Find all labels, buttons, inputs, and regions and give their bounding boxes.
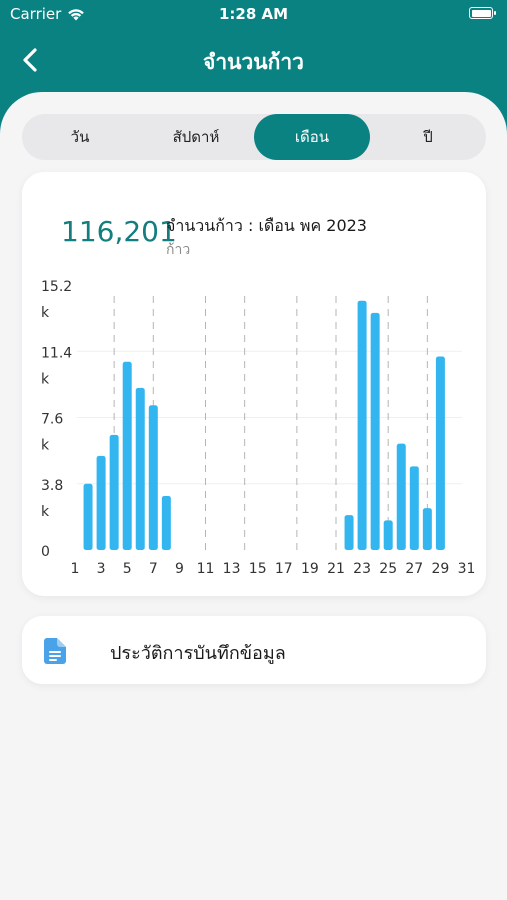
status-bar: Carrier 1:28 AM (0, 0, 507, 28)
x-tick-label: 11 (197, 561, 215, 577)
tab-year[interactable]: ปี (370, 114, 486, 160)
x-tick-label: 3 (97, 561, 106, 577)
bar-day-27 (409, 466, 419, 550)
bar-day-4 (109, 434, 119, 550)
tab-week[interactable]: สัปดาห์ (138, 114, 254, 160)
x-tick-label: 25 (379, 561, 397, 577)
bar-day-26 (396, 443, 406, 550)
x-tick-label: 13 (223, 561, 241, 577)
bar-day-8 (161, 495, 171, 550)
steps-chart-card: 116,201 จำนวนก้าว : เดือน พค 2023 ก้าว 1… (22, 172, 486, 596)
bar-day-3 (96, 455, 106, 550)
y-tick-label: 15.2 (41, 279, 72, 295)
bar-day-29 (435, 356, 445, 550)
bar-day-6 (135, 387, 145, 550)
x-tick-label: 9 (175, 561, 184, 577)
tab-day[interactable]: วัน (22, 114, 138, 160)
x-tick-label: 7 (149, 561, 158, 577)
x-tick-label: 29 (431, 561, 449, 577)
x-tick-label: 19 (301, 561, 319, 577)
x-tick-label: 5 (123, 561, 132, 577)
x-tick-label: 31 (458, 561, 476, 577)
history-label: ประวัติการบันทึกข้อมูล (110, 643, 286, 664)
y-tick-label: 3.8 (41, 478, 63, 494)
steps-bar-chart: 15.2k11.4k7.6k3.8k01 3 5 7 9 11 13 15 17 19 21 23 25… (41, 279, 476, 577)
page-title: จำนวนก้าว (203, 50, 304, 74)
x-tick-label: 23 (353, 561, 371, 577)
document-icon (44, 638, 66, 664)
battery-icon (469, 7, 496, 19)
bar-day-28 (422, 508, 432, 550)
bar-day-2 (83, 483, 93, 550)
y-tick-label: k (41, 438, 50, 454)
y-tick-label: 11.4 (41, 345, 72, 361)
y-tick-label: k (41, 305, 50, 321)
x-tick-label: 15 (249, 561, 267, 577)
bar-day-22 (344, 515, 354, 550)
x-tick-label: 21 (327, 561, 345, 577)
x-tick-label: 27 (405, 561, 423, 577)
period-segmented-control: วัน สัปดาห์ เดือน ปี (22, 114, 486, 160)
bar-day-24 (370, 312, 380, 550)
bar-day-23 (357, 300, 367, 550)
y-tick-label: k (41, 371, 50, 387)
status-time: 1:28 AM (218, 5, 289, 23)
history-button[interactable]: ประวัติการบันทึกข้อมูล (22, 616, 486, 684)
x-tick-label: 1 (71, 561, 80, 577)
y-tick-label: 7.6 (41, 412, 63, 428)
y-tick-label: 0 (41, 544, 50, 560)
tab-month[interactable]: เดือน (254, 114, 370, 160)
bar-day-7 (148, 405, 158, 550)
y-tick-label: k (41, 504, 50, 520)
bar-day-25 (383, 520, 393, 550)
bar-day-5 (122, 361, 132, 550)
x-tick-label: 17 (275, 561, 293, 577)
